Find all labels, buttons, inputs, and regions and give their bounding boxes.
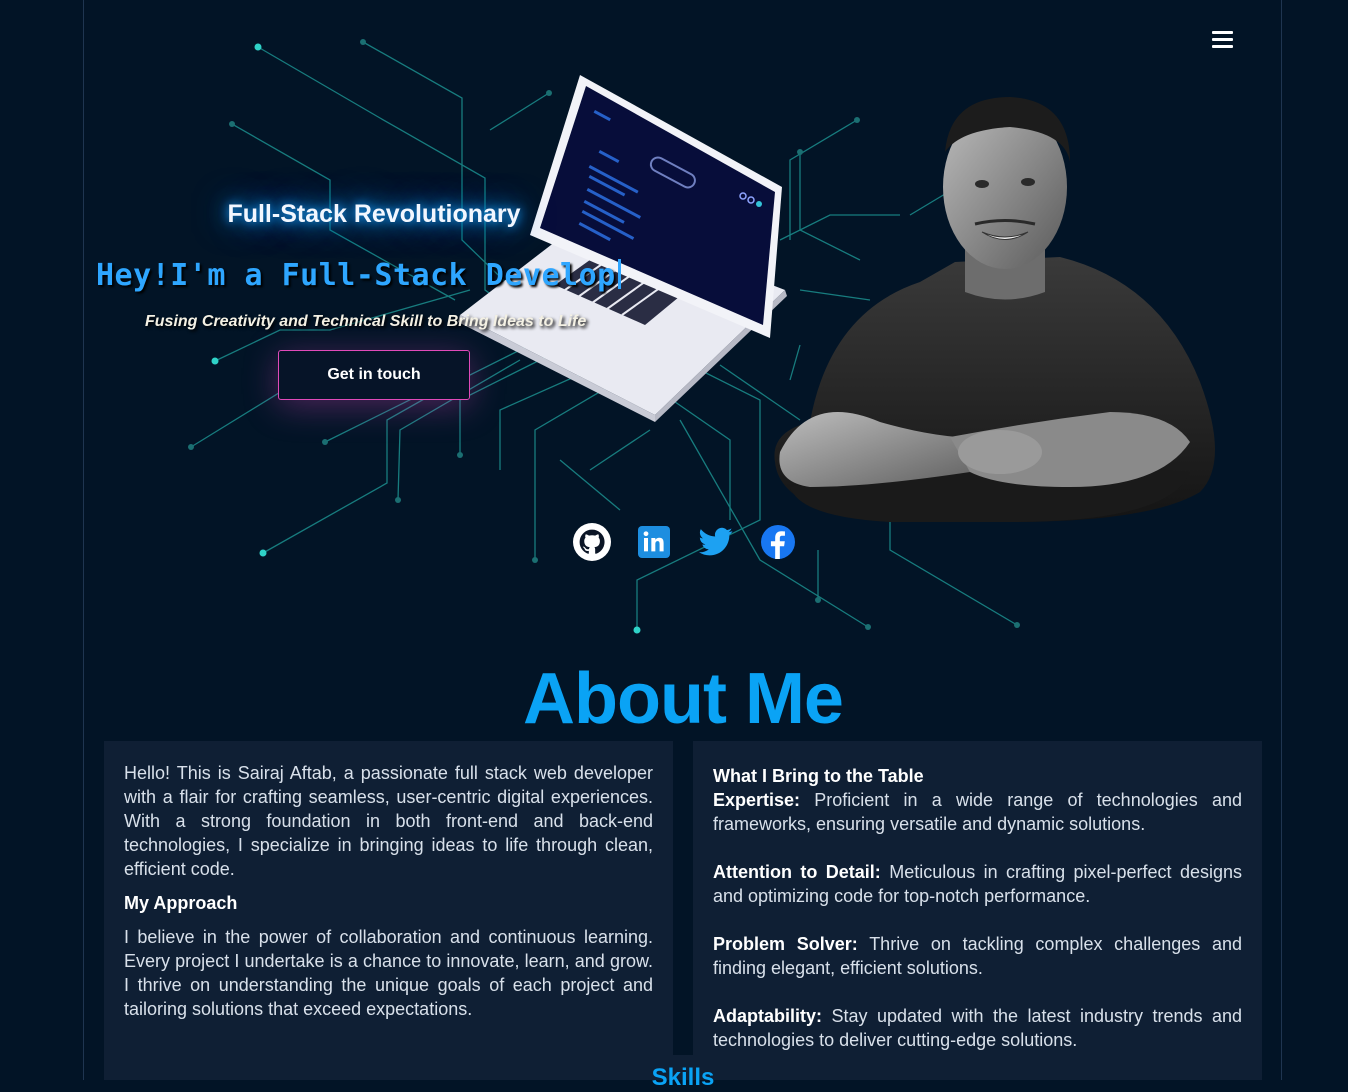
hero-tagline: Fusing Creativity and Technical Skill to… <box>145 313 587 330</box>
get-in-touch-button[interactable]: Get in touch <box>278 350 470 400</box>
strength-item: Problem Solver: Thrive on tackling compl… <box>713 932 1242 980</box>
strength-item: Expertise: Proficient in a wide range of… <box>713 788 1242 836</box>
about-intro-card: Hello! This is Sairaj Aftab, a passionat… <box>104 741 673 1080</box>
hero-headline-text: Hey!I'm a Full-Stack Develop <box>96 258 616 293</box>
typing-caret <box>617 259 621 289</box>
about-title: About Me <box>523 659 844 739</box>
strength-item: Adaptability: Stay updated with the late… <box>713 1004 1242 1052</box>
profile-photo <box>774 97 1215 522</box>
strength-label: Problem Solver: <box>713 934 858 954</box>
hero-headline: Hey!I'm a Full-Stack Develop <box>96 258 621 293</box>
strength-label: Attention to Detail: <box>713 862 881 882</box>
skills-title: Skills <box>651 1064 715 1091</box>
about-intro: Hello! This is Sairaj Aftab, a passionat… <box>124 763 653 879</box>
strength-item: Attention to Detail: Meticulous in craft… <box>713 860 1242 908</box>
hero-eyebrow: Full-Stack Revolutionary <box>227 200 521 228</box>
facebook-icon[interactable] <box>759 523 797 561</box>
github-icon[interactable] <box>573 523 611 561</box>
hamburger-icon[interactable] <box>1209 26 1237 52</box>
strength-label: Adaptability: <box>713 1006 823 1026</box>
approach-text: I believe in the power of collaboration … <box>124 927 653 1019</box>
bring-heading: What I Bring to the Table <box>713 766 924 786</box>
laptop-illustration <box>458 75 787 422</box>
strength-label: Expertise: <box>713 790 801 810</box>
twitter-icon[interactable] <box>697 523 735 561</box>
social-links <box>573 522 797 562</box>
linkedin-icon[interactable] <box>635 523 673 561</box>
about-strengths-card: What I Bring to the Table Expertise: Pro… <box>693 741 1262 1080</box>
approach-heading: My Approach <box>124 893 238 913</box>
